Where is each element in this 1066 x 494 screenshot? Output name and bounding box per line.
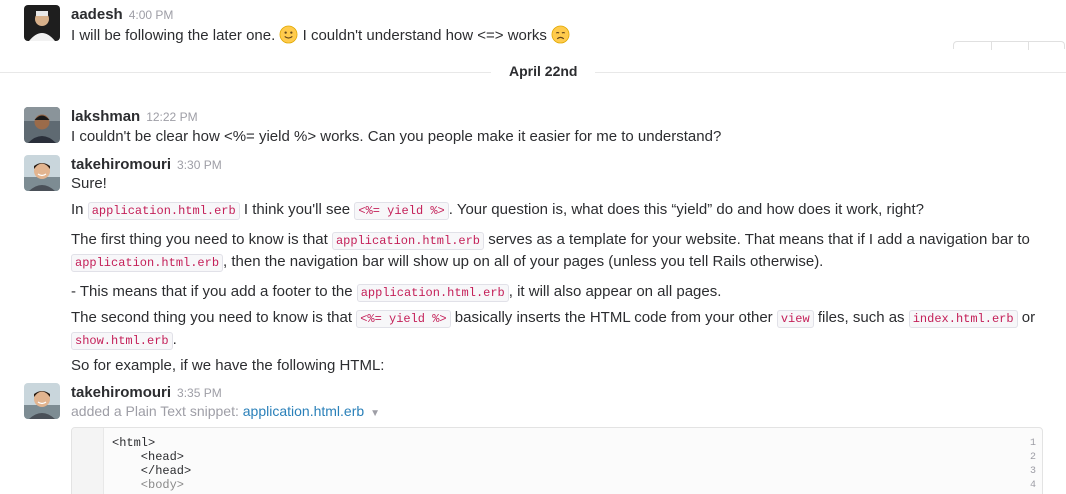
message-paragraph: show.html.erb. bbox=[71, 329, 177, 352]
message-text: So for example, if we have the following… bbox=[71, 357, 385, 374]
text: The second thing you need to know is tha… bbox=[71, 309, 353, 326]
line-number: 4 bbox=[1029, 480, 1036, 491]
message-paragraph: application.html.erb, then the navigatio… bbox=[71, 251, 823, 274]
message-header: takehiromouri 3:35 PM bbox=[71, 384, 222, 401]
timestamp[interactable]: 3:35 PM bbox=[177, 386, 222, 400]
avatar-takehiromouri[interactable] bbox=[24, 383, 60, 419]
avatar-aadesh[interactable] bbox=[24, 5, 60, 41]
inline-code: application.html.erb bbox=[87, 202, 240, 220]
day-divider-label: April 22nd bbox=[491, 63, 596, 79]
message-text-part: I couldn't understand how <=> works bbox=[302, 27, 547, 44]
text: - This means that if you add a footer to… bbox=[71, 283, 353, 300]
text: , it will also appear on all pages. bbox=[508, 283, 722, 300]
inline-code: application.html.erb bbox=[356, 284, 509, 302]
disappointed-face-icon bbox=[551, 25, 570, 44]
chevron-down-icon[interactable]: ▼ bbox=[370, 408, 380, 419]
message-header: takehiromouri 3:30 PM bbox=[71, 156, 222, 173]
timestamp[interactable]: 3:30 PM bbox=[177, 158, 222, 172]
inline-code: index.html.erb bbox=[908, 310, 1018, 328]
message-header: aadesh 4:00 PM bbox=[71, 6, 173, 23]
message-paragraph: - This means that if you add a footer to… bbox=[71, 281, 721, 304]
inline-code: show.html.erb bbox=[71, 332, 173, 350]
avatar-lakshman[interactable] bbox=[24, 107, 60, 143]
line-number: 3 bbox=[1029, 466, 1036, 477]
text: files, such as bbox=[817, 309, 905, 326]
inline-code: application.html.erb bbox=[331, 232, 485, 250]
text: . bbox=[172, 331, 177, 348]
username[interactable]: takehiromouri bbox=[71, 156, 171, 173]
message-paragraph: The second thing you need to know is tha… bbox=[71, 307, 1035, 330]
message-text: I couldn't be clear how <%= yield %> wor… bbox=[71, 128, 722, 145]
username[interactable]: aadesh bbox=[71, 6, 123, 23]
message-text-part: I will be following the later one. bbox=[71, 27, 276, 44]
snippet-prefix: added a Plain Text snippet: bbox=[71, 403, 239, 419]
text: The first thing you need to know is that bbox=[71, 231, 328, 248]
message-text: I will be following the later one. I cou… bbox=[71, 25, 570, 47]
code-line: <html> bbox=[112, 436, 156, 450]
timestamp[interactable]: 12:22 PM bbox=[146, 110, 197, 124]
code-line: <body> bbox=[112, 478, 185, 492]
snippet-meta: added a Plain Text snippet: application.… bbox=[71, 403, 380, 419]
line-number: 1 bbox=[1029, 438, 1036, 449]
timestamp[interactable]: 4:00 PM bbox=[129, 8, 174, 22]
message-actions[interactable] bbox=[953, 41, 1065, 50]
avatar-takehiromouri[interactable] bbox=[24, 155, 60, 191]
text: I think you'll see bbox=[243, 201, 351, 218]
code-line: <head> bbox=[112, 450, 185, 464]
text: or bbox=[1021, 309, 1036, 326]
text: . Your question is, what does this “yiel… bbox=[448, 201, 925, 218]
text: basically inserts the HTML code from you… bbox=[454, 309, 773, 326]
text: , then the navigation bar will show up o… bbox=[223, 253, 824, 270]
snippet-preview[interactable]: 1 2 3 4 <html> <head> </head> <body> bbox=[71, 427, 1043, 494]
line-number-gutter bbox=[72, 428, 104, 494]
text: serves as a template for your website. T… bbox=[488, 231, 1030, 248]
message-text: Sure! bbox=[71, 175, 107, 192]
message-header: lakshman 12:22 PM bbox=[71, 108, 198, 125]
inline-code: <%= yield %> bbox=[354, 202, 449, 220]
username[interactable]: takehiromouri bbox=[71, 384, 171, 401]
username[interactable]: lakshman bbox=[71, 108, 140, 125]
inline-code: view bbox=[776, 310, 814, 328]
slightly-smiling-face-icon bbox=[280, 25, 298, 44]
line-number: 2 bbox=[1029, 452, 1036, 463]
message-paragraph: In application.html.erb I think you'll s… bbox=[71, 199, 924, 222]
inline-code: <%= yield %> bbox=[356, 310, 451, 328]
snippet-link[interactable]: application.html.erb bbox=[243, 403, 364, 419]
message-paragraph: The first thing you need to know is that… bbox=[71, 229, 1030, 252]
inline-code: application.html.erb bbox=[71, 254, 224, 272]
code-line: </head> bbox=[112, 464, 192, 478]
text: In bbox=[71, 201, 84, 218]
